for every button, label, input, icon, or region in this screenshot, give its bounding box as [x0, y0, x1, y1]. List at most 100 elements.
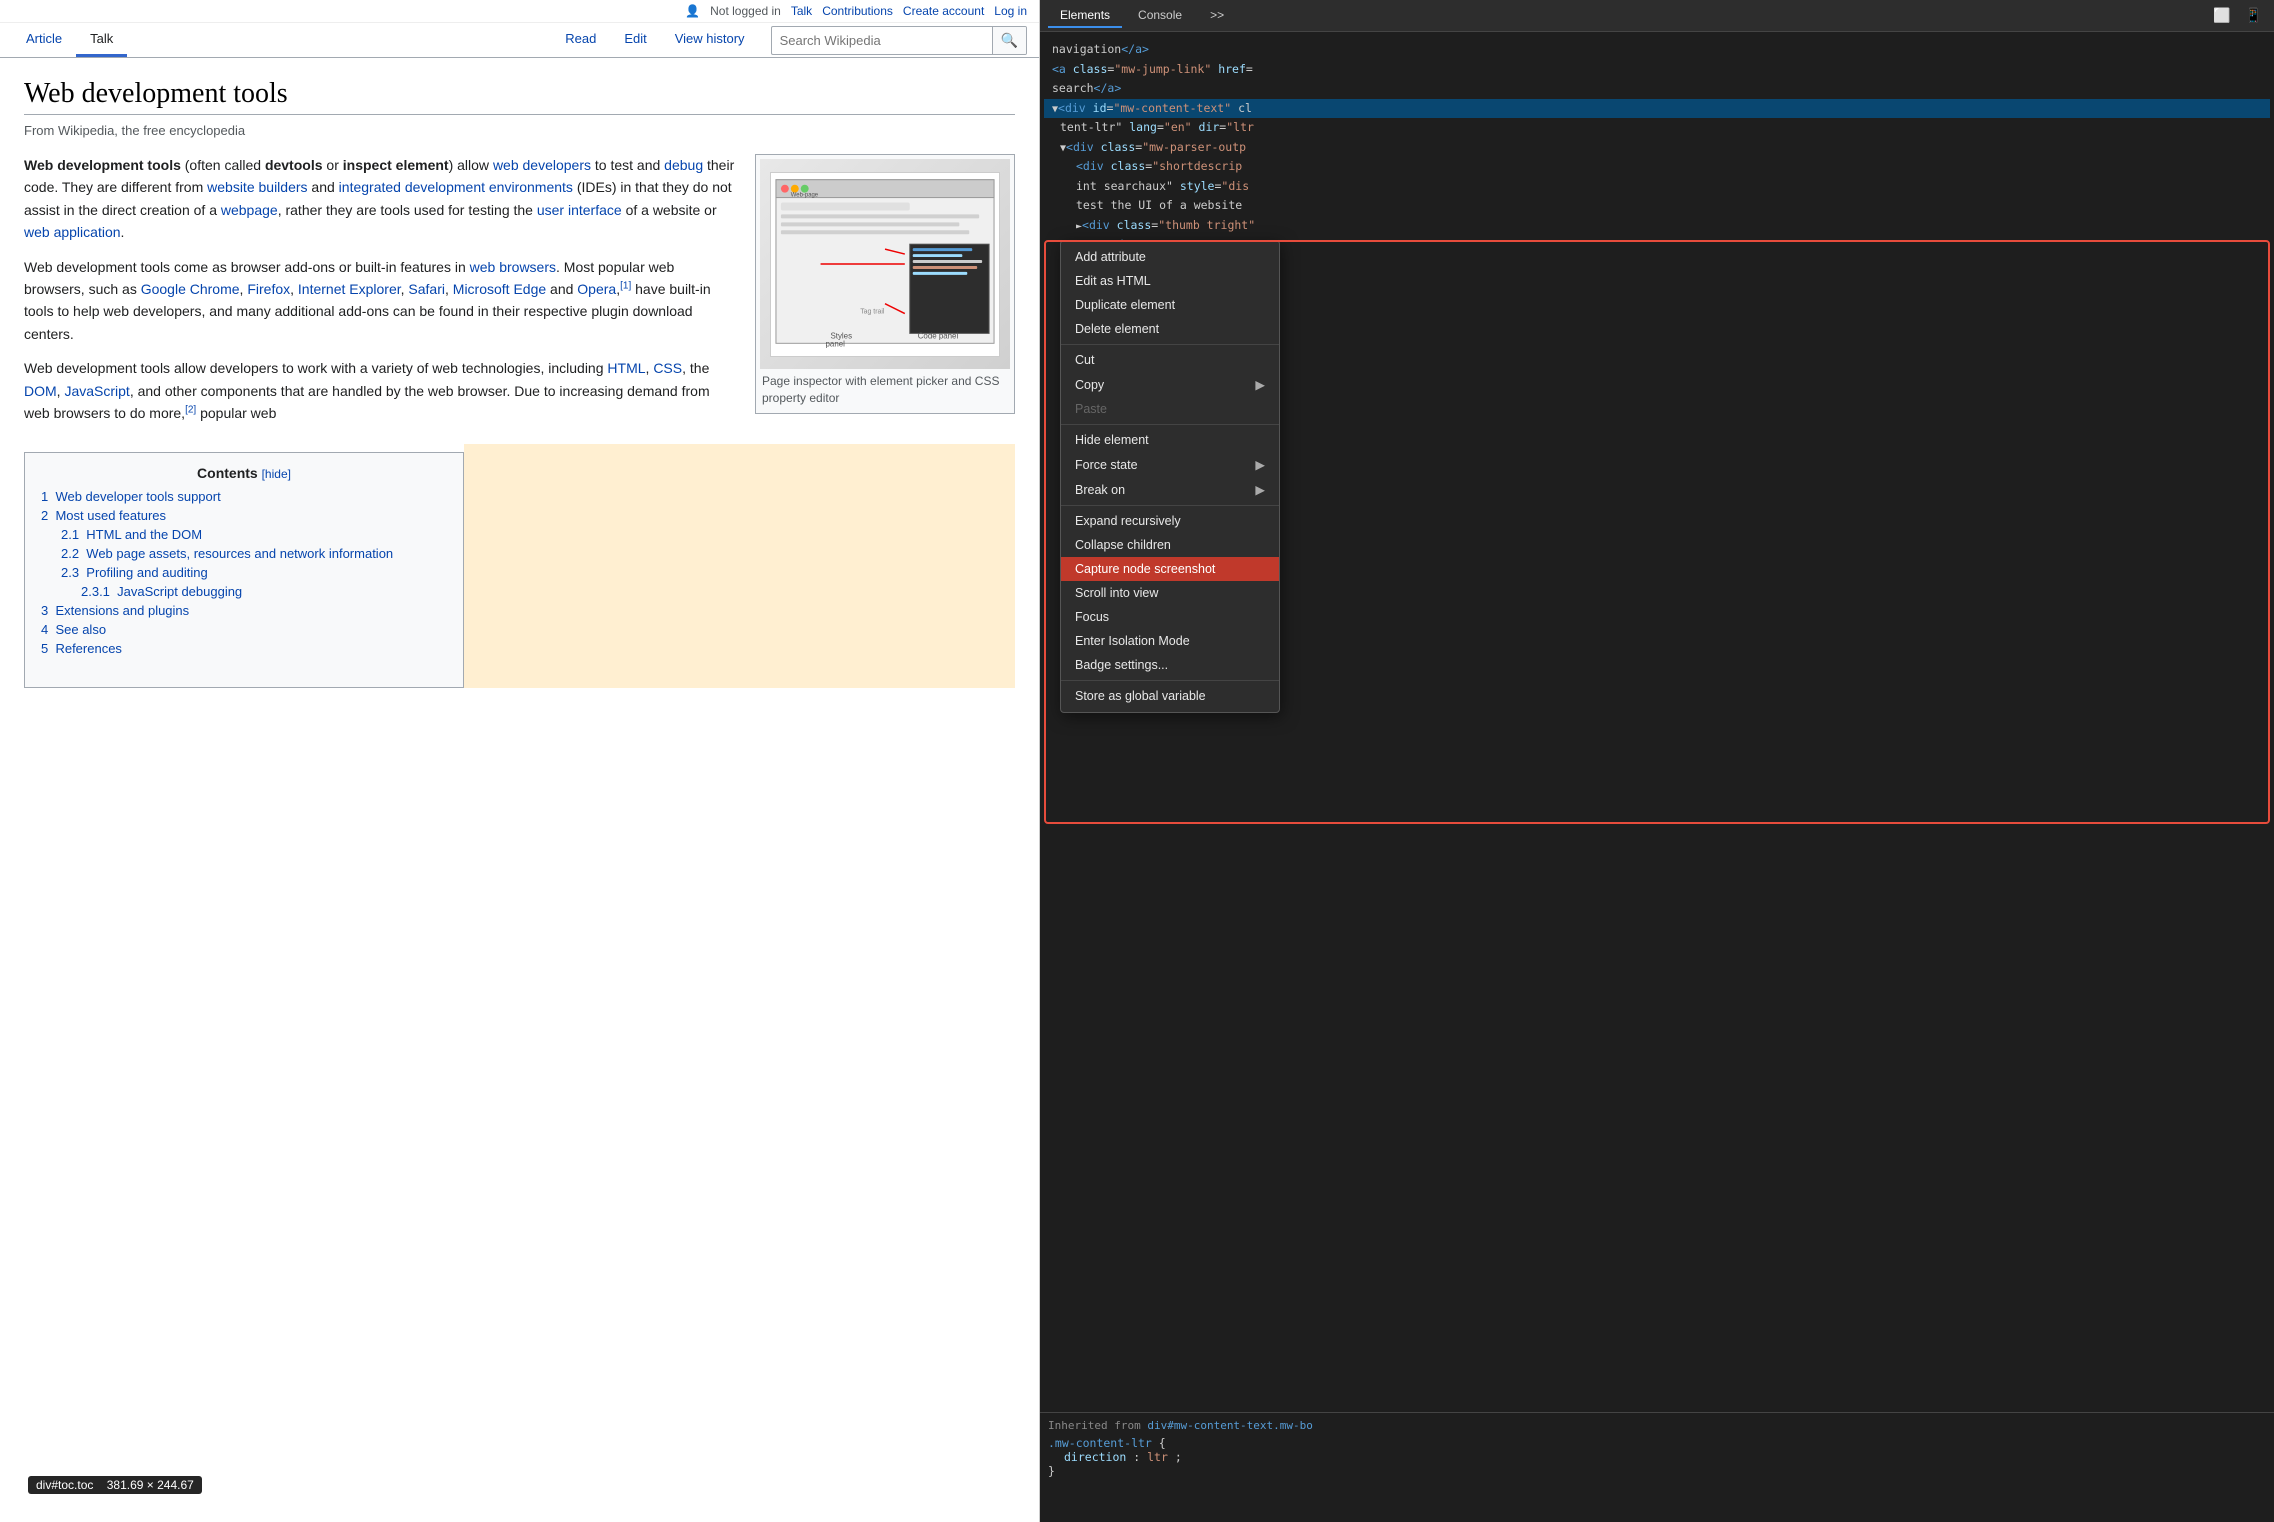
link-firefox[interactable]: Firefox [247, 281, 290, 297]
ctx-store-as-global[interactable]: Store as global variable [1061, 684, 1279, 708]
dom-line-highlighted[interactable]: ▼<div id="mw-content-text" cl [1044, 99, 2270, 119]
ctx-break-on[interactable]: Break on ▶ [1061, 477, 1279, 502]
ctx-separator [1061, 344, 1279, 345]
list-item: 1 Web developer tools support [41, 489, 447, 504]
bold-inspect: inspect element [343, 157, 449, 173]
styles-semi: ; [1175, 1450, 1182, 1464]
svg-text:Web-page: Web-page [791, 193, 819, 199]
ctx-copy[interactable]: Copy ▶ [1061, 372, 1279, 397]
ctx-collapse-children[interactable]: Collapse children [1061, 533, 1279, 557]
styles-rule: .mw-content-ltr { [1048, 1436, 2266, 1450]
link-ui[interactable]: user interface [537, 202, 622, 218]
dom-line: int searchaux" style="dis [1044, 177, 2270, 197]
tab-more[interactable]: >> [1198, 4, 1236, 28]
ref-1: [1] [620, 280, 631, 291]
image-caption: Page inspector with element picker and C… [760, 369, 1010, 409]
link-web-browsers[interactable]: web browsers [470, 259, 556, 275]
element-tooltip: div#toc.toc 381.69 × 244.67 [28, 1476, 202, 1494]
tab-view-history[interactable]: View history [661, 23, 759, 57]
ctx-focus[interactable]: Focus [1061, 605, 1279, 629]
ctx-hide-element[interactable]: Hide element [1061, 428, 1279, 452]
devtools-panel: Elements Console >> ⬜ 📱 navigation</a> <… [1040, 0, 2274, 1522]
dom-line: <div class="shortdescrip [1044, 157, 2270, 177]
styles-open-brace: { [1159, 1436, 1166, 1450]
contributions-link[interactable]: Contributions [822, 4, 893, 18]
contents-list: 1 Web developer tools support 2 Most use… [41, 489, 447, 656]
arrow-icon: ▶ [1255, 377, 1265, 392]
contents-link-2-3[interactable]: 2.3 Profiling and auditing [61, 565, 208, 580]
link-ides[interactable]: integrated development environments [339, 179, 573, 195]
log-in-link[interactable]: Log in [994, 4, 1027, 18]
ctx-edit-as-html[interactable]: Edit as HTML [1061, 269, 1279, 293]
contents-link-1[interactable]: 1 Web developer tools support [41, 489, 221, 504]
contents-link-3[interactable]: 3 Extensions and plugins [41, 603, 189, 618]
ctx-cut[interactable]: Cut [1061, 348, 1279, 372]
create-account-link[interactable]: Create account [903, 4, 984, 18]
contents-link-2[interactable]: 2 Most used features [41, 508, 166, 523]
contents-link-5[interactable]: 5 References [41, 641, 122, 656]
link-opera[interactable]: Opera [577, 281, 616, 297]
tab-edit[interactable]: Edit [610, 23, 660, 57]
contents-title: Contents [hide] [41, 465, 447, 481]
ctx-expand-recursively[interactable]: Expand recursively [1061, 509, 1279, 533]
link-web-app[interactable]: web application [24, 224, 121, 240]
dom-line: test the UI of a website [1044, 196, 2270, 216]
dom-line: <a class="mw-jump-link" href= [1044, 60, 2270, 80]
ctx-enter-isolation-mode[interactable]: Enter Isolation Mode [1061, 629, 1279, 653]
link-chrome[interactable]: Google Chrome [141, 281, 240, 297]
search-button[interactable]: 🔍 [992, 27, 1026, 54]
ctx-separator [1061, 505, 1279, 506]
contents-link-2-3-1[interactable]: 2.3.1 JavaScript debugging [81, 584, 242, 599]
dom-line: navigation</a> [1044, 40, 2270, 60]
tab-read[interactable]: Read [551, 23, 610, 57]
list-item: 2 Most used features [41, 508, 447, 523]
search-input[interactable] [772, 28, 992, 53]
link-webpage[interactable]: webpage [221, 202, 278, 218]
svg-text:Code panel: Code panel [918, 331, 959, 340]
ctx-badge-settings[interactable]: Badge settings... [1061, 653, 1279, 677]
devtools-styles-panel: Inherited from div#mw-content-text.mw-bo… [1040, 1412, 2274, 1522]
list-item: 2.2 Web page assets, resources and netwo… [41, 546, 447, 561]
article-image: Code panel Styles panel Tag trail Web-pa… [755, 154, 1015, 414]
contents-link-4[interactable]: 4 See also [41, 622, 106, 637]
search-wrap: 🔍 [771, 26, 1027, 55]
dom-line: ▼<div class="mw-parser-outp [1044, 138, 2270, 158]
tab-console[interactable]: Console [1126, 4, 1194, 28]
ctx-capture-node-screenshot[interactable]: Capture node screenshot [1061, 557, 1279, 581]
link-web-developers[interactable]: web developers [493, 157, 591, 173]
styles-val: ltr [1147, 1450, 1168, 1464]
page-title: Web development tools [24, 78, 1015, 115]
contents-link-2-1[interactable]: 2.1 HTML and the DOM [61, 527, 202, 542]
ctx-add-attribute[interactable]: Add attribute [1061, 245, 1279, 269]
wiki-topbar: 👤 Not logged in Talk Contributions Creat… [0, 0, 1039, 23]
link-safari[interactable]: Safari [408, 281, 445, 297]
contents-hide[interactable]: [hide] [262, 467, 291, 481]
ctx-separator [1061, 424, 1279, 425]
link-debug[interactable]: debug [664, 157, 703, 173]
ctx-scroll-into-view[interactable]: Scroll into view [1061, 581, 1279, 605]
link-html[interactable]: HTML [607, 360, 645, 376]
link-javascript[interactable]: JavaScript [64, 383, 129, 399]
dom-line: search</a> [1044, 79, 2270, 99]
inspect-icon[interactable]: ⬜ [2209, 5, 2234, 26]
tab-elements[interactable]: Elements [1048, 4, 1122, 28]
list-item: 5 References [41, 641, 447, 656]
ctx-force-state[interactable]: Force state ▶ [1061, 452, 1279, 477]
link-css[interactable]: CSS [653, 360, 682, 376]
link-website-builders[interactable]: website builders [207, 179, 307, 195]
talk-link[interactable]: Talk [791, 4, 812, 18]
styles-selector-link[interactable]: div#mw-content-text.mw-bo [1147, 1419, 1313, 1432]
contents-box: Contents [hide] 1 Web developer tools su… [24, 452, 464, 688]
ctx-delete-element[interactable]: Delete element [1061, 317, 1279, 341]
ctx-duplicate-element[interactable]: Duplicate element [1061, 293, 1279, 317]
link-ie[interactable]: Internet Explorer [298, 281, 401, 297]
device-icon[interactable]: 📱 [2241, 5, 2266, 26]
tab-article[interactable]: Article [12, 23, 76, 57]
bold-web-dev-tools: Web development tools [24, 157, 181, 173]
devtools-dom-tree: navigation</a> <a class="mw-jump-link" h… [1040, 32, 2274, 1412]
ctx-separator [1061, 680, 1279, 681]
link-dom[interactable]: DOM [24, 383, 57, 399]
contents-link-2-2[interactable]: 2.2 Web page assets, resources and netwo… [61, 546, 393, 561]
tab-talk[interactable]: Talk [76, 23, 127, 57]
link-edge[interactable]: Microsoft Edge [453, 281, 546, 297]
